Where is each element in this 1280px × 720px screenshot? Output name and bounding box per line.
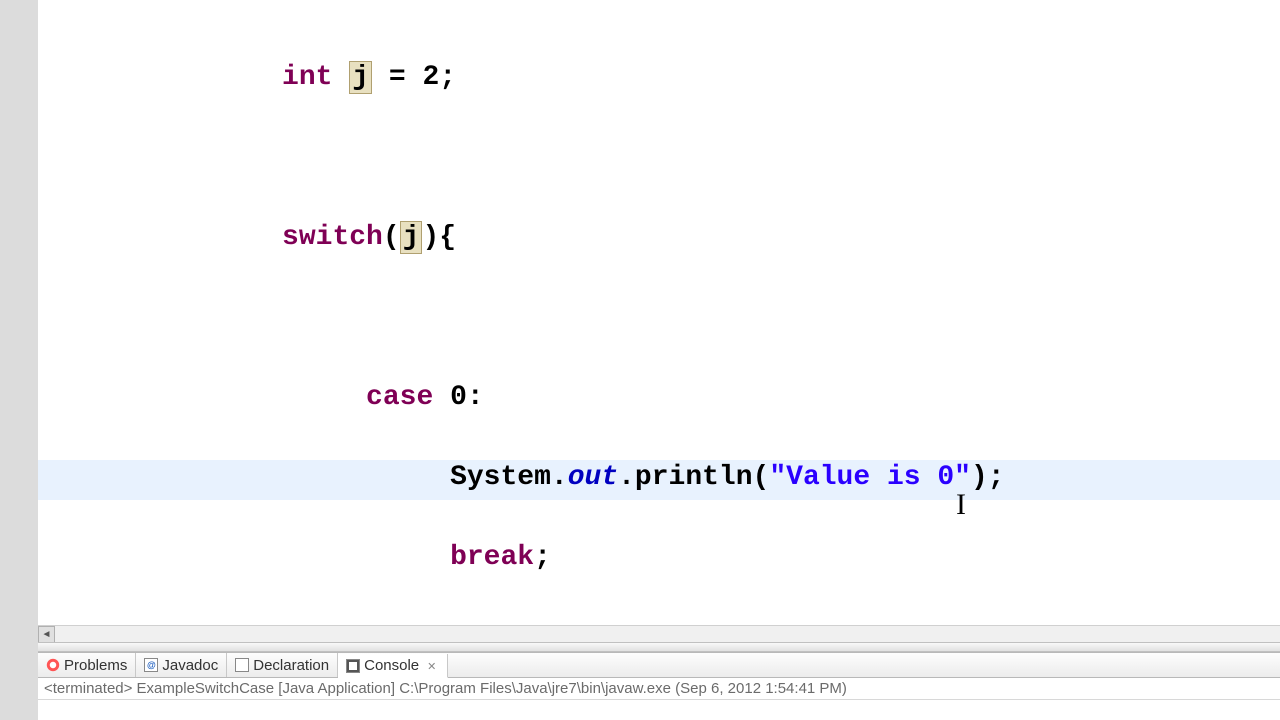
keyword-int: int [282,62,332,93]
window-left-edge [0,0,38,720]
tab-console[interactable]: Console ✕ [338,654,448,678]
views-tab-bar: Problems @ Javadoc Declaration Console ✕ [38,652,1280,678]
horizontal-scrollbar[interactable]: ◄ [38,625,1280,642]
tab-label: Console [364,657,419,674]
tab-label: Javadoc [162,657,218,674]
sash-resize-handle[interactable] [38,642,1280,652]
tab-label: Declaration [253,657,329,674]
switch-open: ){ [422,222,456,253]
var-j-occurrence: j [349,61,372,94]
out-field: out [568,462,618,493]
keyword-switch: switch [282,222,383,253]
source-code[interactable]: int j = 2; switch(j){ case 0: System.out… [114,0,1280,625]
indent [114,542,450,573]
tab-problems[interactable]: Problems [38,653,136,677]
indent [114,462,450,493]
launch-status-text: <terminated> ExampleSwitchCase [Java App… [44,680,847,697]
string-literal-0: "Value is 0" [769,462,971,493]
problems-icon [46,658,60,672]
keyword-break: break [450,542,534,573]
indent [114,382,366,413]
javadoc-icon: @ [144,658,158,672]
case-label-0: 0: [433,382,483,413]
tab-javadoc[interactable]: @ Javadoc [136,653,227,677]
console-icon [346,659,360,673]
semicolon: ; [534,542,551,573]
tab-declaration[interactable]: Declaration [227,653,338,677]
keyword-case: case [366,382,433,413]
system-ref: System. [450,462,568,493]
close-icon[interactable]: ✕ [427,660,439,672]
tab-label: Problems [64,657,127,674]
var-j-occurrence: j [400,221,423,254]
scroll-left-arrow-icon[interactable]: ◄ [38,626,55,643]
indent [114,222,282,253]
int-init: = 2; [372,62,456,93]
declaration-icon [235,658,249,672]
console-status-line: <terminated> ExampleSwitchCase [Java App… [38,678,1280,700]
code-editor[interactable]: int j = 2; switch(j){ case 0: System.out… [38,0,1280,625]
indent [114,62,282,93]
println-end: ); [971,462,1005,493]
println-call: .println( [618,462,769,493]
